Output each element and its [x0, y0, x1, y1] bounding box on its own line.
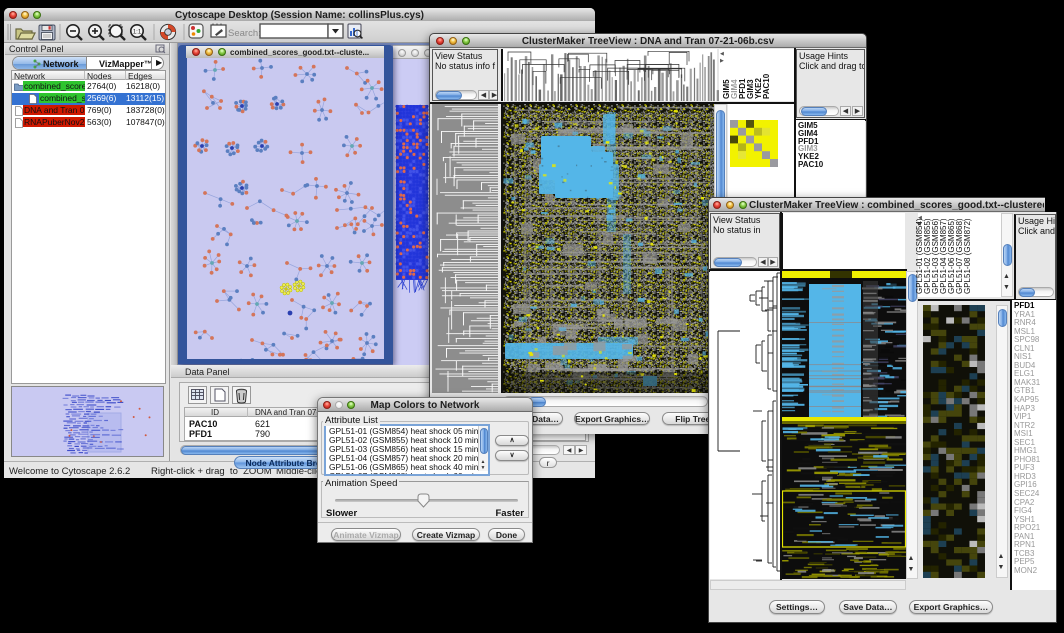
- svg-text:Search:: Search:: [228, 28, 261, 39]
- svg-text:1:1: 1:1: [133, 30, 142, 36]
